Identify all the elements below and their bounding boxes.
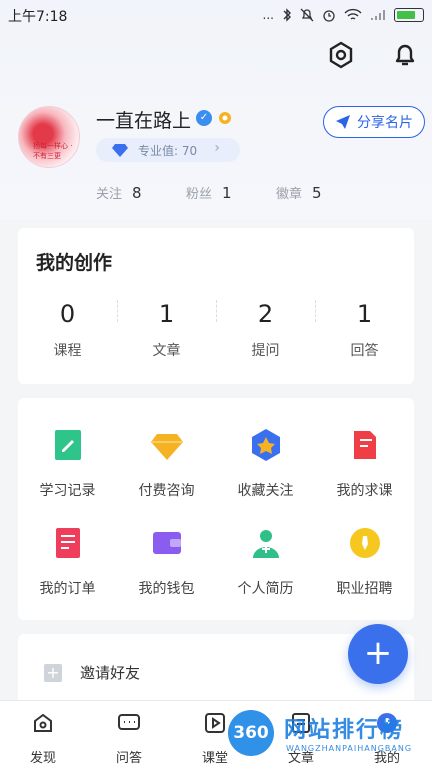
stat-follow-value: 8 — [132, 184, 142, 202]
my-works-card: 我的创作 0 课程 1 文章 2 提问 1 回答 — [18, 228, 414, 384]
watermark-title: 网站排行榜 — [284, 718, 405, 743]
works-courses-label: 课程 — [53, 343, 82, 359]
nav-label: 问答 — [115, 751, 142, 766]
watermark: 360 网站排行榜 WANGZHANPAIHANGBANG — [228, 710, 428, 760]
create-fab-button[interactable]: + — [348, 624, 408, 684]
discover-icon — [34, 713, 52, 732]
order-icon — [55, 528, 80, 558]
stat-follow-label: 关注 — [96, 187, 123, 202]
send-icon — [336, 115, 350, 129]
stat-badges[interactable]: 徽章 5 — [276, 183, 322, 202]
status-icons: ... — [263, 8, 424, 22]
works-answers-label: 回答 — [350, 343, 379, 359]
tool-resume[interactable]: 个人简历 — [216, 526, 315, 598]
bluetooth-icon — [283, 8, 291, 22]
status-time: 上午7:18 — [8, 9, 68, 25]
works-questions-count: 2 — [257, 300, 274, 328]
nav-discover[interactable]: 发现 — [0, 711, 86, 766]
stat-fans[interactable]: 粉丝 1 — [186, 183, 232, 202]
pro-value-pill[interactable]: 专业值: 70 › — [96, 138, 240, 162]
avatar[interactable]: 杨每一样心 · 不有三更 — [18, 106, 80, 168]
battery-icon — [394, 8, 424, 22]
wallet-icon — [152, 532, 181, 554]
tool-paid-consult[interactable]: 付费咨询 — [117, 428, 216, 500]
avatar-text: 杨每一样心 · 不有三更 — [33, 142, 73, 160]
watermark-badge: 360 — [228, 710, 274, 756]
tool-study-record[interactable]: 学习记录 — [18, 428, 117, 500]
tool-label: 我的钱包 — [138, 581, 195, 597]
mute-bell-icon — [300, 8, 314, 22]
qa-icon — [118, 714, 140, 730]
course-request-icon — [353, 431, 376, 459]
tool-my-wallet[interactable]: 我的钱包 — [117, 526, 216, 598]
study-record-icon — [54, 430, 81, 460]
tool-label: 我的求课 — [336, 483, 393, 499]
diamond-icon — [150, 434, 183, 460]
username: 一直在路上 — [96, 110, 192, 132]
alarm-icon — [323, 10, 335, 22]
works-courses[interactable]: 0 课程 — [18, 300, 117, 360]
tool-label: 付费咨询 — [138, 483, 195, 499]
works-courses-count: 0 — [59, 300, 76, 328]
stat-fans-label: 粉丝 — [186, 187, 213, 202]
watermark-subtitle: WANGZHANPAIHANGBANG — [286, 744, 413, 753]
nav-qa[interactable]: 问答 — [86, 711, 172, 766]
tool-course-request[interactable]: 我的求课 — [315, 428, 414, 500]
tool-label: 个人简历 — [237, 581, 294, 597]
tool-label: 职业招聘 — [336, 581, 393, 597]
pro-value-label: 专业值: 70 — [138, 144, 198, 158]
stat-badges-value: 5 — [312, 184, 322, 202]
works-articles-count: 1 — [158, 300, 175, 328]
stat-fans-value: 1 — [222, 184, 232, 202]
stat-follow[interactable]: 关注 8 — [96, 183, 142, 202]
works-articles-label: 文章 — [152, 343, 181, 359]
tool-label: 收藏关注 — [237, 483, 294, 499]
tool-label: 我的订单 — [39, 581, 96, 597]
cell-signal-icon — [371, 10, 385, 20]
my-works-title: 我的创作 — [36, 252, 113, 274]
tool-label: 学习记录 — [39, 483, 96, 499]
stat-badges-label: 徽章 — [276, 187, 303, 202]
share-card-button[interactable]: 分享名片 — [323, 106, 425, 138]
works-answers[interactable]: 1 回答 — [315, 300, 414, 360]
diamond-icon — [112, 144, 128, 157]
tools-card: 学习记录 付费咨询 收藏关注 我的求课 我的订单 我的钱包 个人简历 职业招聘 — [18, 398, 414, 620]
tool-favorites[interactable]: 收藏关注 — [216, 428, 315, 500]
classroom-icon — [205, 713, 225, 733]
settings-hexagon-icon[interactable] — [326, 40, 356, 70]
share-card-label: 分享名片 — [357, 115, 413, 131]
works-questions-label: 提问 — [251, 343, 280, 359]
resume-icon — [252, 530, 279, 558]
notification-bell-icon[interactable] — [390, 40, 420, 70]
works-articles[interactable]: 1 文章 — [117, 300, 216, 360]
status-bar: 上午7:18 ... — [0, 0, 432, 32]
invite-friends-label: 邀请好友 — [80, 664, 141, 682]
more-dots-icon: ... — [262, 8, 274, 22]
wifi-icon — [344, 8, 362, 20]
gold-gear-badge-icon — [219, 112, 231, 124]
recruit-icon — [349, 528, 380, 558]
plus-icon: + — [44, 664, 62, 682]
nav-label: 发现 — [29, 751, 56, 766]
tool-recruit[interactable]: 职业招聘 — [315, 526, 414, 598]
verified-badge-icon: ✓ — [196, 110, 212, 126]
chevron-right-icon: › — [214, 140, 220, 156]
works-answers-count: 1 — [356, 300, 373, 328]
works-questions[interactable]: 2 提问 — [216, 300, 315, 360]
tool-my-orders[interactable]: 我的订单 — [18, 526, 117, 598]
star-hexagon-icon — [251, 429, 280, 461]
